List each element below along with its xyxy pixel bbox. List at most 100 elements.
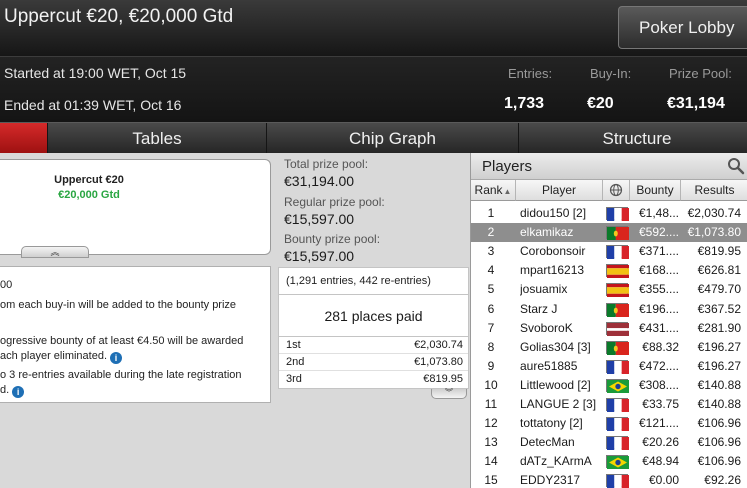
- player-row[interactable]: 3 Corobonsoir €371.... €819.95: [471, 242, 747, 261]
- player-row[interactable]: 5 josuamix €355.... €479.70: [471, 280, 747, 299]
- buyin-label: Buy-In:: [590, 66, 632, 81]
- players-panel: Players Rank▲ Player Bounty Results 1 did…: [470, 153, 747, 488]
- entries-value: 1,733: [504, 95, 545, 112]
- player-name: Littlewood [2]: [520, 377, 591, 392]
- payout-place: 1st: [286, 339, 301, 351]
- player-rank: 5: [487, 282, 495, 297]
- player-bounty: €48.94: [642, 454, 679, 469]
- column-rank-label: Rank: [474, 183, 503, 197]
- tournament-description: 00 om each buy-in will be added to the b…: [0, 266, 271, 403]
- spain-flag-icon: [606, 264, 629, 279]
- search-icon[interactable]: [727, 157, 745, 175]
- france-flag-icon: [606, 474, 629, 488]
- tab-tables[interactable]: Tables: [47, 123, 266, 154]
- description-line: d.: [0, 384, 10, 396]
- player-name: Golias304 [3]: [520, 339, 591, 354]
- payout-row: 1st €2,030.74: [279, 337, 468, 354]
- player-row[interactable]: 9 aure51885 €472.... €196.27: [471, 357, 747, 376]
- brazil-flag-icon: [606, 455, 629, 470]
- player-rank: 4: [487, 263, 495, 278]
- tab-info-active[interactable]: [0, 123, 47, 154]
- entries-label: Entries:: [508, 66, 553, 81]
- player-row[interactable]: 2 elkamikaz €592.... €1,073.80: [471, 223, 747, 243]
- player-rank: 14: [484, 454, 498, 469]
- player-row[interactable]: 11 LANGUE 2 [3] €33.75 €140.88: [471, 395, 747, 414]
- collapse-icon[interactable]: ︽: [21, 246, 89, 258]
- player-rank: 13: [484, 435, 498, 450]
- column-results[interactable]: Results: [681, 180, 747, 201]
- france-flag-icon: [606, 245, 629, 260]
- description-line: ach player eliminated.: [0, 350, 108, 362]
- player-rank: 15: [484, 473, 498, 488]
- column-player[interactable]: Player: [516, 180, 603, 201]
- bounty-prize-label: Bounty prize pool:: [284, 232, 381, 246]
- player-bounty: €308....: [638, 377, 679, 392]
- player-name: aure51885: [520, 358, 578, 373]
- player-rank: 11: [484, 397, 498, 411]
- portugal-flag-icon: [606, 340, 629, 355]
- players-title: Players: [482, 158, 533, 175]
- player-row[interactable]: 4 mpart16213 €168.... €626.81: [471, 261, 747, 280]
- bounty-prize-value: €15,597.00: [284, 248, 355, 264]
- payout-amount: €1,073.80: [414, 356, 463, 368]
- payout-row: 2nd €1,073.80: [279, 354, 468, 371]
- player-row[interactable]: 12 tottatony [2] €121.... €106.96: [471, 414, 747, 433]
- player-row[interactable]: 14 dATz_KArmA €48.94 €106.96: [471, 452, 747, 471]
- column-bounty[interactable]: Bounty: [630, 180, 681, 201]
- player-result: €106.96: [697, 416, 741, 431]
- player-bounty: €592....: [638, 225, 679, 240]
- total-prize-label: Total prize pool:: [284, 157, 369, 171]
- description-line-wrap: d. i: [0, 384, 25, 398]
- description-line: o 3 re-entries available during the late…: [0, 369, 242, 381]
- player-row[interactable]: 10 Littlewood [2] €308.... €140.88: [471, 376, 747, 395]
- column-rank[interactable]: Rank▲: [471, 180, 516, 201]
- player-bounty: €33.75: [642, 397, 679, 411]
- regular-prize-label: Regular prize pool:: [284, 195, 385, 209]
- info-icon[interactable]: i: [12, 386, 25, 398]
- player-result: €140.88: [697, 377, 741, 392]
- portugal-flag-icon: [606, 302, 629, 317]
- player-name: SvoboroK: [520, 320, 573, 335]
- prize-pool-panel: Total prize pool: €31,194.00 Regular pri…: [278, 153, 469, 488]
- player-row[interactable]: 15 EDDY2317 €0.00 €92.26: [471, 471, 747, 488]
- player-row[interactable]: 13 DetecMan €20.26 €106.96: [471, 433, 747, 452]
- player-bounty: €88.32: [642, 339, 679, 354]
- column-country[interactable]: [603, 180, 630, 201]
- tournament-info-bar: Started at 19:00 WET, Oct 15 Ended at 01…: [0, 56, 747, 122]
- player-rank: 9: [487, 358, 495, 373]
- end-time: Ended at 01:39 WET, Oct 16: [4, 97, 182, 113]
- player-name: Starz J: [520, 301, 558, 316]
- places-paid: 281 places paid: [278, 295, 469, 337]
- tab-chip-graph[interactable]: Chip Graph: [266, 123, 518, 154]
- poker-lobby-button[interactable]: Poker Lobby: [618, 6, 747, 49]
- player-bounty: €196....: [638, 301, 679, 316]
- spain-flag-icon: [606, 283, 629, 298]
- description-line-wrap: ach player eliminated. i: [0, 350, 123, 364]
- player-row[interactable]: 7 SvoboroK €431.... €281.90: [471, 319, 747, 338]
- player-bounty: €1,48...: [638, 206, 679, 220]
- player-name: tottatony [2]: [520, 416, 583, 431]
- regular-prize-value: €15,597.00: [284, 211, 355, 227]
- player-result: €106.96: [697, 435, 741, 450]
- payout-table: 1st €2,030.74 2nd €1,073.80 3rd €819.95: [278, 337, 469, 389]
- entries-note: (1,291 entries, 442 re-entries): [278, 267, 469, 295]
- player-row[interactable]: 6 Starz J €196.... €367.52: [471, 300, 747, 319]
- player-bounty: €355....: [638, 282, 679, 297]
- player-row[interactable]: 1 didou150 [2] €1,48... €2,030.74: [471, 204, 747, 223]
- player-result: €479.70: [697, 282, 741, 297]
- expand-icon[interactable]: ︾: [431, 389, 467, 399]
- description-line: om each buy-in will be added to the boun…: [0, 299, 237, 311]
- card-tournament-name: Uppercut €20: [54, 174, 124, 186]
- players-header: Players: [471, 153, 747, 180]
- player-rank: 12: [484, 416, 498, 431]
- player-name: Corobonsoir: [520, 244, 586, 259]
- start-time: Started at 19:00 WET, Oct 15: [4, 65, 187, 81]
- payout-row: 3rd €819.95: [279, 371, 468, 388]
- player-name: dATz_KArmA: [520, 454, 592, 469]
- buyin-value: €20: [587, 95, 614, 112]
- france-flag-icon: [606, 436, 629, 451]
- player-name: elkamikaz: [520, 225, 574, 240]
- info-icon[interactable]: i: [110, 352, 123, 364]
- tab-structure[interactable]: Structure: [518, 123, 747, 154]
- player-row[interactable]: 8 Golias304 [3] €88.32 €196.27: [471, 338, 747, 357]
